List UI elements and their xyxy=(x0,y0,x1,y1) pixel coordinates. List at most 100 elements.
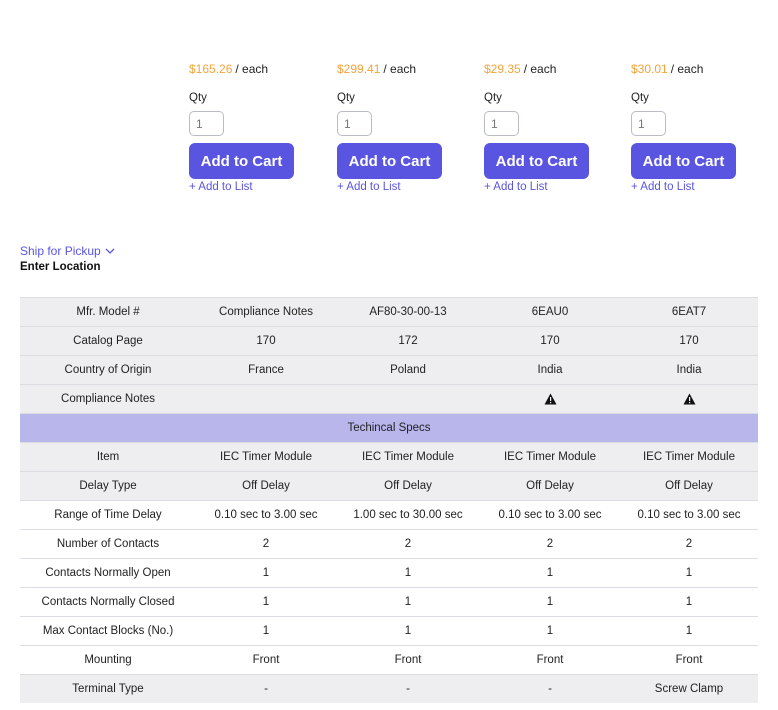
price-unit: / each xyxy=(670,62,704,76)
qty-label: Qty xyxy=(631,92,649,104)
product-col-2: $299.41/ each Qty Add to Cart + Add to L… xyxy=(337,60,457,193)
pickup-section: Ship for Pickup Enter Location xyxy=(20,244,115,273)
table-cell: 2 xyxy=(620,529,758,559)
table-cell: 2 xyxy=(196,529,336,559)
table-row: Compliance Notes xyxy=(20,384,758,414)
table-cell: 2 xyxy=(336,529,480,559)
add-to-cart-button[interactable]: Add to Cart xyxy=(189,143,294,179)
table-cell xyxy=(196,384,336,414)
table-cell: Screw Clamp xyxy=(620,674,758,703)
price-unit: / each xyxy=(235,62,269,76)
table-cell: 1 xyxy=(336,558,480,588)
table-cell: 1 xyxy=(620,616,758,646)
ship-for-pickup-dropdown[interactable]: Ship for Pickup xyxy=(20,244,115,258)
row-label: Max Contact Blocks (No.) xyxy=(20,616,196,646)
table-cell: 1 xyxy=(480,558,620,588)
price-line: $29.35/ each xyxy=(484,60,604,78)
table-cell: 1 xyxy=(336,587,480,617)
table-row: Catalog Page 170 172 170 170 xyxy=(20,326,758,356)
add-to-cart-button[interactable]: Add to Cart xyxy=(337,143,442,179)
table-cell: IEC Timer Module xyxy=(196,442,336,472)
table-row: Range of Time Delay 0.10 sec to 3.00 sec… xyxy=(20,500,758,530)
row-label: Range of Time Delay xyxy=(20,500,196,530)
table-row: Max Contact Blocks (No.) 1 1 1 1 xyxy=(20,616,758,646)
table-cell: 1 xyxy=(480,587,620,617)
qty-input[interactable] xyxy=(631,111,666,136)
price: $299.41 xyxy=(337,62,381,76)
row-label: Compliance Notes xyxy=(20,384,196,414)
add-to-cart-button[interactable]: Add to Cart xyxy=(631,143,736,179)
table-row: Delay Type Off Delay Off Delay Off Delay… xyxy=(20,471,758,501)
enter-location-label: Enter Location xyxy=(20,261,101,273)
row-label: Delay Type xyxy=(20,471,196,501)
table-row: Mfr. Model # Compliance Notes AF80-30-00… xyxy=(20,297,758,327)
qty-input[interactable] xyxy=(484,111,519,136)
chevron-down-icon xyxy=(105,248,115,254)
price-unit: / each xyxy=(523,62,557,76)
table-cell: 0.10 sec to 3.00 sec xyxy=(480,500,620,530)
add-to-list-link[interactable]: + Add to List xyxy=(484,181,604,193)
section-header-row: Techincal Specs xyxy=(20,413,758,443)
warning-icon[interactable] xyxy=(683,393,696,405)
warning-icon[interactable] xyxy=(544,393,557,405)
table-cell: - xyxy=(196,674,336,703)
price-line: $165.26/ each xyxy=(189,60,309,78)
table-cell: 0.10 sec to 3.00 sec xyxy=(196,500,336,530)
table-cell xyxy=(336,384,480,414)
table-cell: IEC Timer Module xyxy=(620,442,758,472)
section-title: Techincal Specs xyxy=(20,413,758,443)
price-unit: / each xyxy=(383,62,417,76)
row-label: Catalog Page xyxy=(20,326,196,356)
table-cell: India xyxy=(620,355,758,385)
table-cell xyxy=(620,384,758,414)
table-cell: - xyxy=(336,674,480,703)
qty-label: Qty xyxy=(337,92,355,104)
product-col-1: $165.26/ each Qty Add to Cart + Add to L… xyxy=(189,60,309,193)
qty-input[interactable] xyxy=(189,111,224,136)
table-cell: Front xyxy=(196,645,336,675)
table-row: Item IEC Timer Module IEC Timer Module I… xyxy=(20,442,758,472)
table-row: Contacts Normally Open 1 1 1 1 xyxy=(20,558,758,588)
table-cell: 2 xyxy=(480,529,620,559)
table-row: Number of Contacts 2 2 2 2 xyxy=(20,529,758,559)
table-cell: 1 xyxy=(620,587,758,617)
add-to-list-link[interactable]: + Add to List xyxy=(189,181,309,193)
table-cell xyxy=(480,384,620,414)
add-to-list-link[interactable]: + Add to List xyxy=(337,181,457,193)
price: $165.26 xyxy=(189,62,233,76)
table-cell: AF80-30-00-13 xyxy=(336,297,480,327)
table-cell: Poland xyxy=(336,355,480,385)
price: $29.35 xyxy=(484,62,521,76)
row-label: Mounting xyxy=(20,645,196,675)
table-cell: 6EAU0 xyxy=(480,297,620,327)
add-to-list-link[interactable]: + Add to List xyxy=(631,181,751,193)
table-cell: 0.10 sec to 3.00 sec xyxy=(620,500,758,530)
qty-input[interactable] xyxy=(337,111,372,136)
table-cell: 1 xyxy=(196,558,336,588)
table-cell: 1 xyxy=(196,616,336,646)
table-row: Country of Origin France Poland India In… xyxy=(20,355,758,385)
price-line: $30.01/ each xyxy=(631,60,751,78)
row-label: Contacts Normally Open xyxy=(20,558,196,588)
table-cell: 170 xyxy=(620,326,758,356)
table-cell: Off Delay xyxy=(620,471,758,501)
row-label: Mfr. Model # xyxy=(20,297,196,327)
table-cell: IEC Timer Module xyxy=(480,442,620,472)
table-cell: Off Delay xyxy=(196,471,336,501)
row-label: Contacts Normally Closed xyxy=(20,587,196,617)
table-cell: India xyxy=(480,355,620,385)
row-label: Terminal Type xyxy=(20,674,196,703)
row-label: Country of Origin xyxy=(20,355,196,385)
ship-for-pickup-label: Ship for Pickup xyxy=(20,244,101,258)
table-cell: Front xyxy=(620,645,758,675)
table-cell: 1 xyxy=(336,616,480,646)
qty-label: Qty xyxy=(484,92,502,104)
table-cell: 1 xyxy=(196,587,336,617)
table-cell: 170 xyxy=(480,326,620,356)
table-cell: Front xyxy=(480,645,620,675)
table-cell: - xyxy=(480,674,620,703)
add-to-cart-button[interactable]: Add to Cart xyxy=(484,143,589,179)
table-cell: Off Delay xyxy=(336,471,480,501)
row-label: Number of Contacts xyxy=(20,529,196,559)
table-cell: 170 xyxy=(196,326,336,356)
